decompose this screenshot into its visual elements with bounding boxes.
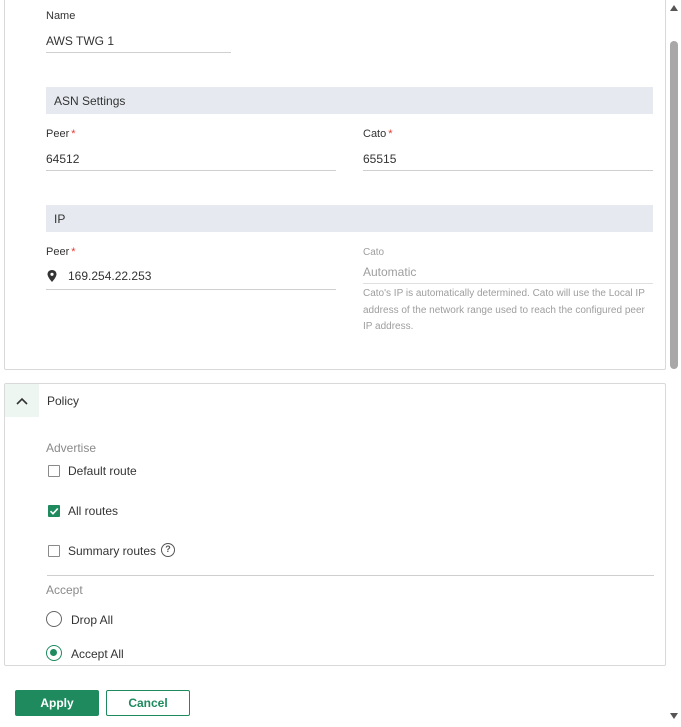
ip-cato-label: Cato xyxy=(363,247,385,258)
asn-cato-input[interactable]: 65515 xyxy=(363,152,396,166)
cancel-button[interactable]: Cancel xyxy=(106,690,190,716)
scroll-down-arrow-icon[interactable] xyxy=(670,713,678,719)
asn-settings-title: ASN Settings xyxy=(54,94,126,108)
all-routes-label[interactable]: All routes xyxy=(68,504,118,518)
ip-header: IP xyxy=(46,205,653,232)
ip-cato-value: Automatic xyxy=(363,265,417,279)
help-icon[interactable]: ? xyxy=(161,543,175,557)
asn-peer-underline xyxy=(46,170,336,171)
ip-cato-help-text: Cato's IP is automatically determined. C… xyxy=(363,288,645,332)
name-input[interactable]: AWS TWG 1 xyxy=(46,34,114,48)
accept-label: Accept xyxy=(46,583,83,597)
ip-peer-input[interactable]: 169.254.22.253 xyxy=(68,269,151,283)
asn-cato-label: Cato * xyxy=(363,128,393,140)
policy-divider xyxy=(47,575,654,576)
apply-button[interactable]: Apply xyxy=(15,690,99,716)
required-mark: * xyxy=(71,128,76,140)
ip-peer-underline xyxy=(46,289,336,290)
scrollbar-thumb[interactable] xyxy=(670,41,678,369)
asn-settings-header: ASN Settings xyxy=(46,87,653,114)
default-route-checkbox[interactable] xyxy=(48,465,60,477)
summary-routes-checkbox[interactable] xyxy=(48,545,60,557)
ip-cato-underline xyxy=(363,283,653,284)
required-mark: * xyxy=(388,128,393,140)
policy-card: Policy Advertise Default route All route… xyxy=(4,383,666,666)
default-route-label[interactable]: Default route xyxy=(68,464,137,478)
advertise-label: Advertise xyxy=(46,441,97,455)
all-routes-checkbox[interactable] xyxy=(48,505,60,517)
drop-all-radio[interactable] xyxy=(46,611,62,627)
name-input-underline xyxy=(46,52,231,53)
accept-all-radio[interactable] xyxy=(46,645,62,661)
name-label: Name xyxy=(46,10,76,22)
policy-title: Policy xyxy=(47,394,80,408)
ip-title: IP xyxy=(54,212,66,226)
ip-peer-label: Peer * xyxy=(46,246,76,258)
chevron-up-icon xyxy=(16,397,28,405)
policy-collapse-toggle[interactable] xyxy=(5,384,39,417)
required-mark: * xyxy=(71,246,76,258)
asn-peer-label: Peer * xyxy=(46,128,76,140)
drop-all-label[interactable]: Drop All xyxy=(71,613,113,627)
checkmark-icon xyxy=(49,507,59,515)
asn-peer-input[interactable]: 64512 xyxy=(46,152,79,166)
summary-routes-label[interactable]: Summary routes xyxy=(68,544,156,558)
scroll-up-arrow-icon[interactable] xyxy=(670,5,678,11)
location-pin-icon xyxy=(47,270,57,282)
asn-cato-underline xyxy=(363,170,653,171)
accept-all-label[interactable]: Accept All xyxy=(71,647,124,661)
